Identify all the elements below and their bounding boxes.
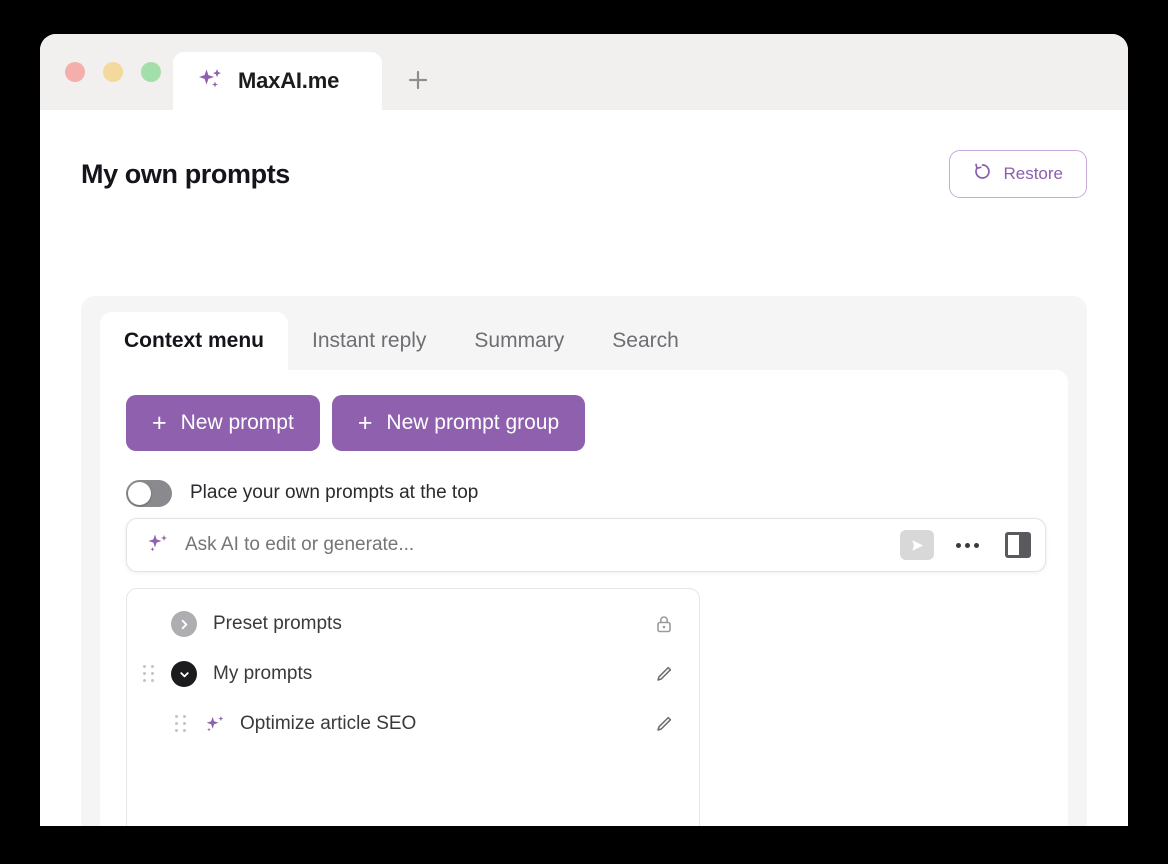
toggle-knob	[128, 481, 151, 505]
prompt-tabs: Context menu Instant reply Summary Searc…	[100, 312, 703, 370]
place-prompts-top-label: Place your own prompts at the top	[190, 482, 479, 503]
tab-instant-reply[interactable]: Instant reply	[288, 312, 450, 370]
window-controls	[65, 62, 161, 82]
browser-tab-maxai[interactable]: MaxAI.me	[173, 52, 382, 110]
list-item-label: Optimize article SEO	[240, 713, 417, 734]
drag-handle-icon[interactable]	[175, 715, 187, 733]
tab-search[interactable]: Search	[588, 312, 703, 370]
panel-actions: + New prompt + New prompt group	[126, 395, 586, 451]
tab-context-menu[interactable]: Context menu	[100, 312, 289, 370]
browser-window: MaxAI.me My own prompts Restore Context …	[40, 34, 1128, 826]
chevron-down-icon[interactable]	[171, 661, 197, 687]
page-content: My own prompts Restore Context menu Inst…	[40, 110, 1128, 826]
list-item-preset-prompts[interactable]: Preset prompts	[127, 599, 699, 649]
side-panel-icon[interactable]	[1005, 532, 1031, 558]
page-title: My own prompts	[81, 158, 290, 189]
sparkle-icon	[195, 64, 225, 99]
close-window-button[interactable]	[65, 62, 85, 82]
lock-icon	[653, 613, 675, 635]
minimize-window-button[interactable]	[103, 62, 123, 82]
context-menu-panel: + New prompt + New prompt group Place yo…	[100, 370, 1068, 826]
ai-input-bar[interactable]	[126, 518, 1046, 572]
list-item-my-prompts[interactable]: My prompts	[127, 649, 699, 699]
sparkle-icon	[145, 530, 171, 561]
plus-icon: +	[357, 408, 373, 437]
new-prompt-group-label: New prompt group	[386, 411, 560, 434]
new-prompt-button[interactable]: + New prompt	[126, 395, 320, 451]
send-button[interactable]	[900, 530, 934, 560]
page-header: My own prompts Restore	[81, 146, 1087, 202]
maximize-window-button[interactable]	[141, 62, 161, 82]
more-horizontal-icon[interactable]	[948, 542, 987, 548]
restore-button-label: Restore	[1003, 164, 1063, 183]
tab-summary[interactable]: Summary	[450, 312, 588, 370]
place-prompts-top-row: Place your own prompts at the top	[126, 477, 478, 509]
browser-tabstrip: MaxAI.me	[40, 34, 1128, 110]
new-tab-button[interactable]	[400, 62, 436, 98]
list-item-optimize-article-seo[interactable]: Optimize article SEO	[127, 699, 699, 749]
restore-button[interactable]: Restore	[949, 150, 1087, 198]
list-item-label: My prompts	[213, 663, 313, 684]
ai-input-field[interactable]	[185, 534, 886, 556]
new-prompt-group-button[interactable]: + New prompt group	[331, 395, 586, 451]
send-icon	[911, 539, 923, 551]
pencil-icon[interactable]	[653, 663, 675, 685]
pencil-icon[interactable]	[653, 713, 675, 735]
chevron-right-icon[interactable]	[171, 611, 197, 637]
sparkle-icon	[203, 712, 228, 737]
prompts-card: Context menu Instant reply Summary Searc…	[81, 296, 1087, 826]
list-item-label: Preset prompts	[213, 613, 342, 634]
place-prompts-top-toggle[interactable]	[126, 479, 172, 507]
prompt-list: Preset prompts My prompts Optimize artic…	[126, 588, 700, 826]
drag-handle-icon[interactable]	[143, 665, 155, 683]
new-prompt-label: New prompt	[180, 411, 294, 434]
browser-tab-title: MaxAI.me	[238, 68, 340, 93]
restore-icon	[973, 162, 992, 186]
plus-icon: +	[152, 408, 167, 437]
